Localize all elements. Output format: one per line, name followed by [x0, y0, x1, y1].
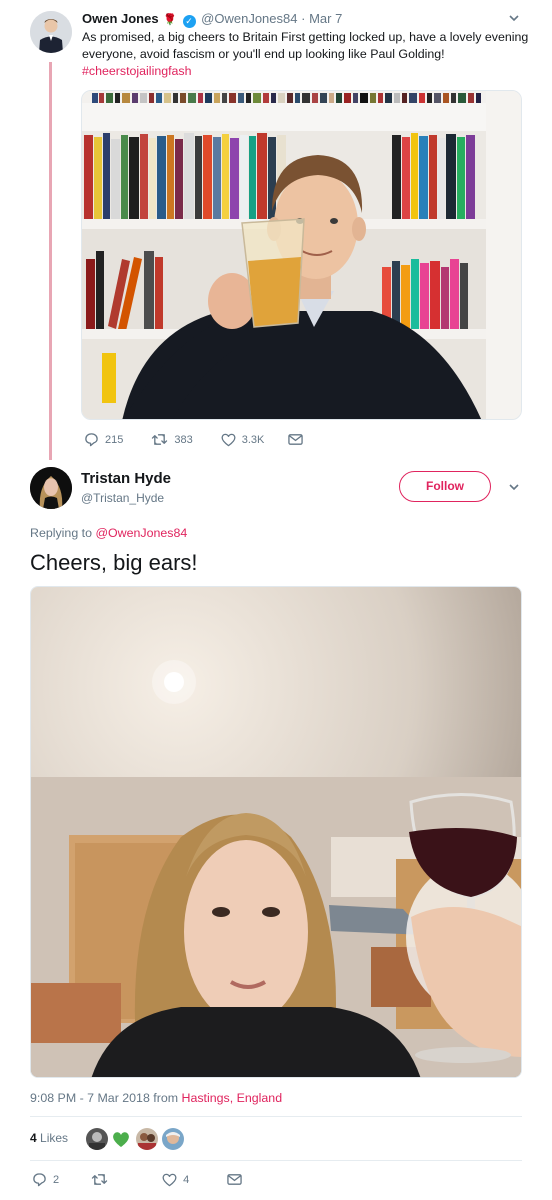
likes-count: 4: [30, 1131, 37, 1145]
tweet1-message-button[interactable]: [288, 433, 304, 446]
avatar-tristan-hyde[interactable]: [30, 467, 72, 509]
retweet-icon: [152, 434, 168, 445]
message-icon: [288, 434, 304, 445]
tweet2-reply-count: 2: [53, 1173, 60, 1186]
likes-label: Likes: [40, 1131, 69, 1145]
liker-avatar[interactable]: [86, 1128, 108, 1150]
replying-to-link[interactable]: @OwenJones84: [95, 526, 187, 540]
replying-prefix: Replying to: [30, 526, 92, 540]
tweet2-location[interactable]: Hastings, England: [182, 1091, 283, 1105]
retweet-icon: [91, 1174, 108, 1185]
tweet2-photo[interactable]: [30, 586, 522, 1078]
divider-bottom: [30, 1160, 522, 1161]
tweet2-meta: 9:08 PM - 7 Mar 2018 from Hastings, Engl…: [30, 1091, 282, 1105]
tweet2-handle[interactable]: @Tristan_Hyde: [81, 491, 164, 505]
like-icon: [221, 433, 236, 446]
tweet2-timestamp[interactable]: 9:08 PM - 7 Mar 2018 from: [30, 1091, 178, 1105]
tweet1-author-name[interactable]: Owen Jones: [82, 11, 159, 26]
tweet1-reply-button[interactable]: 215: [84, 432, 123, 447]
tweet1-like-count: 3.3K: [241, 433, 265, 446]
tweet2-message-button[interactable]: [227, 1173, 242, 1186]
liker-avatar[interactable]: [162, 1128, 184, 1150]
tweet1-retweet-button[interactable]: 383: [151, 432, 193, 447]
tweet1-body: As promised, a big cheers to Britain Fir…: [82, 29, 530, 80]
tweet1-photo[interactable]: [81, 90, 522, 420]
tweet1-like-button[interactable]: 3.3K: [221, 433, 265, 447]
tweet1-actions: 215 383 3.3K: [84, 432, 304, 447]
liker-avatar[interactable]: [136, 1128, 158, 1150]
divider-top: [30, 1116, 522, 1117]
tweet1-separator: ·: [301, 11, 306, 26]
reply-icon: [85, 433, 98, 447]
reply-icon: [33, 1173, 46, 1187]
tweet2-retweet-button[interactable]: [91, 1172, 114, 1187]
thread-connector: [49, 62, 52, 460]
message-icon: [227, 1174, 242, 1185]
follow-button[interactable]: Follow: [399, 471, 491, 502]
tweet2-reply-button[interactable]: 2: [32, 1172, 59, 1187]
tweet1-header: Owen Jones 🌹 ✓ @OwenJones84 · Mar 7: [82, 11, 342, 28]
tweet2-text: Cheers, big ears!: [30, 550, 198, 575]
tweet1-handle[interactable]: @OwenJones84: [201, 11, 297, 26]
tweet1-date[interactable]: Mar 7: [309, 11, 342, 26]
tweet2-like-count: 4: [183, 1173, 190, 1186]
replying-to: Replying to @OwenJones84: [30, 526, 187, 540]
likes-summary[interactable]: 4 Likes: [30, 1131, 68, 1145]
liker-avatar[interactable]: [110, 1128, 132, 1150]
tweet1-hashtag[interactable]: #cheerstojailingfash: [82, 63, 530, 80]
verified-icon: ✓: [182, 15, 196, 28]
tweet2-chevron-down-icon[interactable]: [508, 481, 520, 496]
rose-icon: 🌹: [163, 14, 177, 26]
tweet1-text: As promised, a big cheers to Britain Fir…: [82, 30, 529, 61]
tweet1-reply-count: 215: [105, 433, 124, 446]
like-icon: [162, 1173, 177, 1186]
chevron-down-icon[interactable]: [508, 12, 520, 27]
tweet2-actions: 2 4: [32, 1172, 242, 1187]
avatar-owen-jones[interactable]: [30, 11, 72, 53]
tweet2-like-button[interactable]: 4: [162, 1173, 189, 1187]
tweet2-author-name[interactable]: Tristan Hyde: [81, 470, 171, 487]
tweet1-retweet-count: 383: [174, 433, 193, 446]
